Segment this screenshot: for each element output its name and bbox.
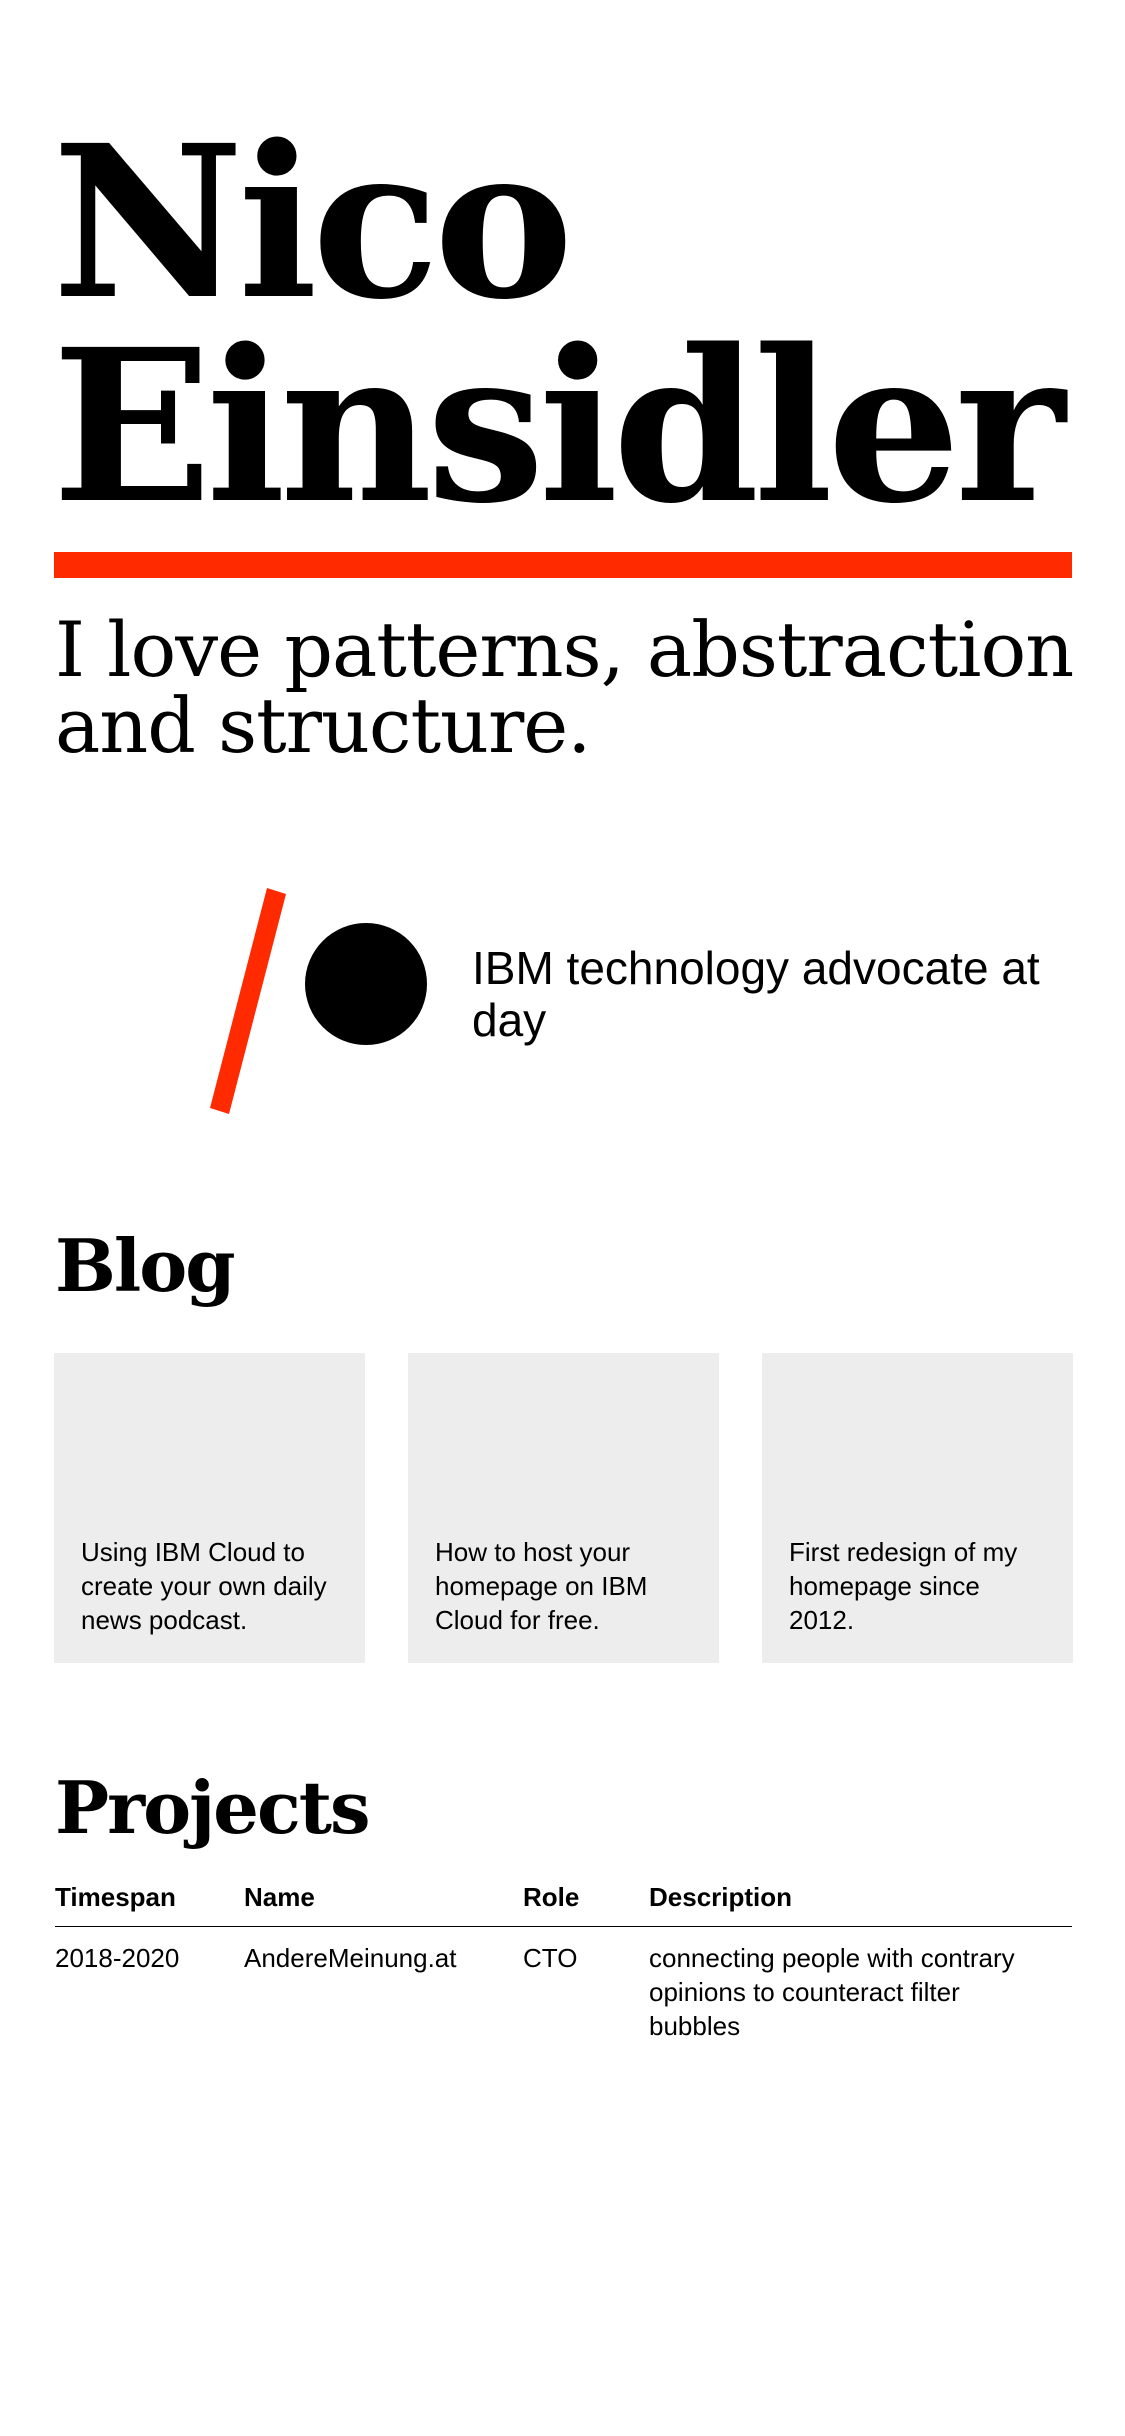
column-header-description: Description [649,1880,1072,1927]
blog-card-title: Using IBM Cloud to create your own daily… [81,1537,327,1635]
projects-heading: Projects [55,1765,371,1850]
blog-card-title: First redesign of my homepage since 2012… [789,1537,1018,1635]
moon-slash-circle-logo [76,888,427,1114]
blog-card[interactable]: First redesign of my homepage since 2012… [762,1353,1073,1663]
column-header-timespan: Timespan [55,1880,244,1927]
blog-heading: Blog [55,1223,236,1308]
page: Nico Einsidler I love patterns, abstract… [0,0,1125,2436]
name-first: Nico [52,99,574,346]
cell-name: AndereMeinung.at [244,1943,457,1973]
advocate-text: IBM technology advocate at day [472,942,1040,1046]
red-divider [54,552,1072,578]
table-row: 2018-2020 AndereMeinung.at CTO connectin… [55,1927,1072,2044]
blog-card-list: Using IBM Cloud to create your own daily… [54,1353,1073,1663]
blog-card-title: How to host your homepage on IBM Cloud f… [435,1537,648,1635]
slash-icon [210,888,286,1114]
name-last: Einsidler [52,303,1065,550]
blog-card[interactable]: Using IBM Cloud to create your own daily… [54,1353,365,1663]
cell-role: CTO [523,1943,578,1973]
cell-description: connecting people with contrary opinions… [649,1943,1015,2041]
table-header-row: Timespan Name Role Description [55,1880,1072,1927]
projects-table: Timespan Name Role Description 2018-2020… [55,1880,1072,2043]
column-header-name: Name [244,1880,523,1927]
cell-timespan: 2018-2020 [55,1943,180,1973]
column-header-role: Role [523,1880,649,1927]
blog-card[interactable]: How to host your homepage on IBM Cloud f… [408,1353,719,1663]
tagline: I love patterns, abstraction and structu… [55,605,1074,770]
filled-circle-icon [305,923,427,1045]
crescent-moon-icon [76,930,183,1043]
